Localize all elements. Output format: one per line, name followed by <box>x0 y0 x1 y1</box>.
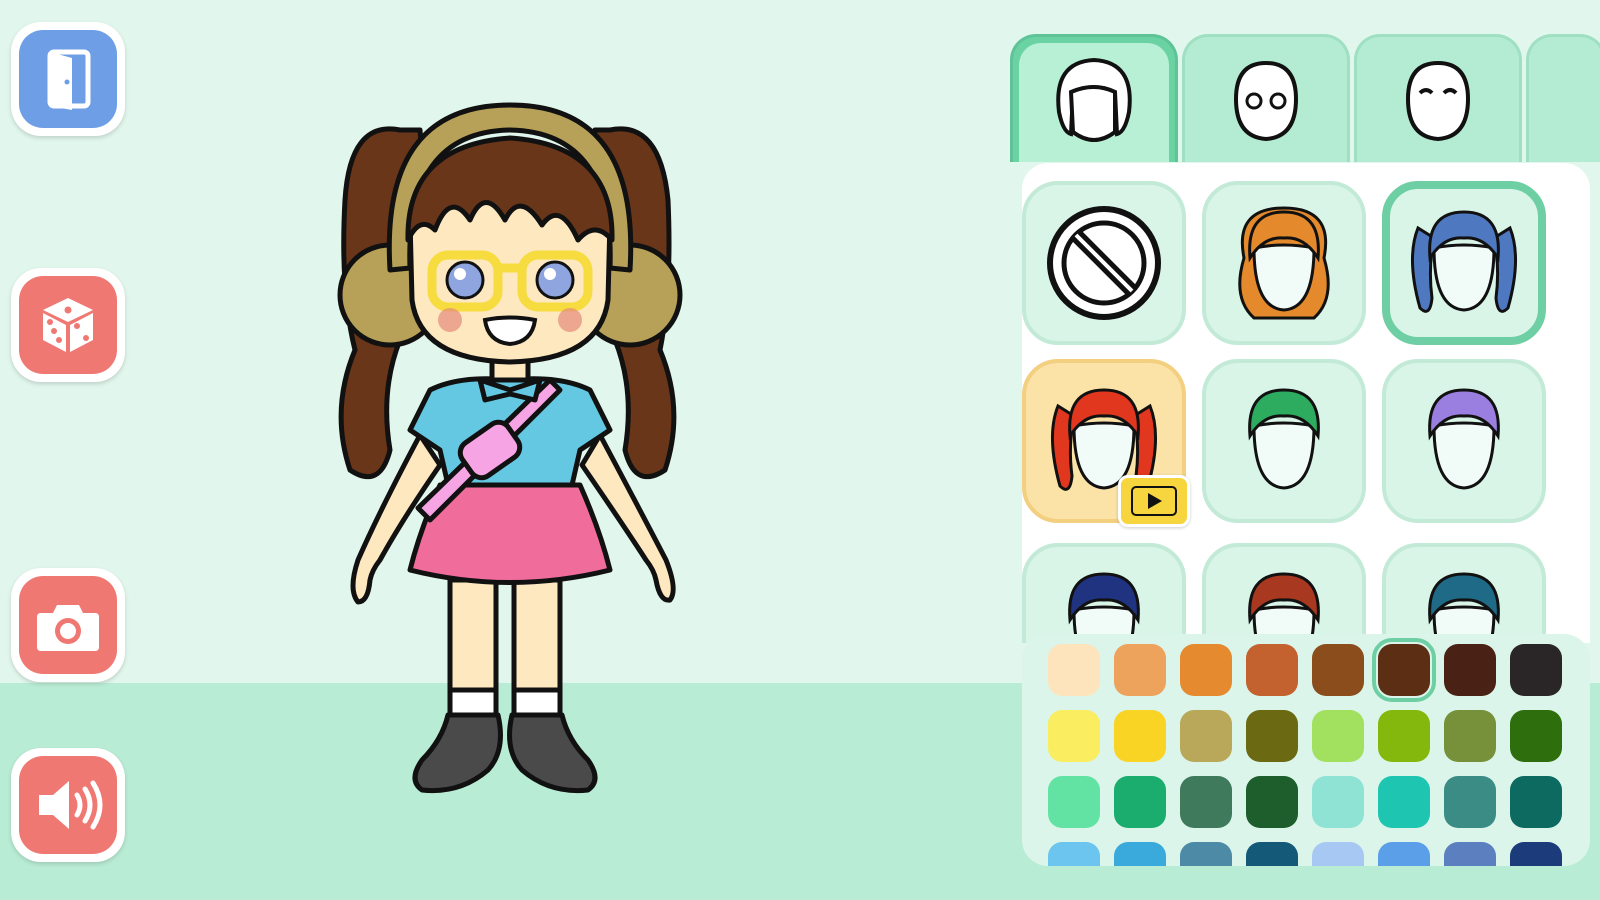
cheek-left <box>438 308 462 332</box>
color-swatch[interactable] <box>1246 776 1298 828</box>
hair-options-grid <box>1022 163 1590 643</box>
color-swatch[interactable] <box>1048 710 1100 762</box>
color-swatch[interactable] <box>1444 776 1496 828</box>
camera-button-face <box>19 576 117 674</box>
tab-eyes[interactable] <box>1182 34 1350 162</box>
color-swatch[interactable] <box>1312 842 1364 866</box>
color-swatch[interactable] <box>1312 776 1364 828</box>
exit-button-face <box>19 30 117 128</box>
hair-option-red-braids[interactable] <box>1022 359 1190 527</box>
color-swatch[interactable] <box>1180 842 1232 866</box>
sound-button-face <box>19 756 117 854</box>
color-swatch[interactable] <box>1372 638 1436 702</box>
color-swatch[interactable] <box>1180 710 1232 762</box>
none-icon <box>1047 206 1161 320</box>
hair-style-icon <box>1428 388 1500 490</box>
hair-option-brown-spiky[interactable] <box>1202 543 1366 643</box>
color-swatch[interactable] <box>1048 644 1100 696</box>
hair-option-navy-curly[interactable] <box>1022 543 1186 643</box>
speaker-icon <box>39 780 103 830</box>
category-tabs <box>1010 34 1600 162</box>
color-swatch[interactable] <box>1246 644 1298 696</box>
hair-option-green-short[interactable] <box>1202 359 1366 523</box>
shoe-left <box>412 712 503 794</box>
color-swatch[interactable] <box>1246 842 1298 866</box>
hair-style-icon <box>1248 388 1320 490</box>
color-swatch[interactable] <box>1378 710 1430 762</box>
color-swatch[interactable] <box>1114 710 1166 762</box>
color-swatch[interactable] <box>1312 710 1364 762</box>
hair-category-icon <box>1056 57 1132 142</box>
color-swatch[interactable] <box>1114 644 1166 696</box>
hair-style-icon <box>1068 572 1140 643</box>
color-swatch[interactable] <box>1510 710 1562 762</box>
color-swatch[interactable] <box>1180 644 1232 696</box>
color-swatch[interactable] <box>1048 776 1100 828</box>
dice-icon <box>43 298 93 352</box>
shoe-right <box>507 712 598 794</box>
color-swatch[interactable] <box>1378 842 1430 866</box>
tab-more[interactable] <box>1526 34 1600 162</box>
camera-icon <box>37 605 99 651</box>
cheek-right <box>558 308 582 332</box>
hair-option-purple-swoop[interactable] <box>1382 359 1546 523</box>
color-swatch[interactable] <box>1246 710 1298 762</box>
eyebrows-category-icon <box>1405 60 1471 141</box>
random-button-face <box>19 276 117 374</box>
exit-button[interactable] <box>11 22 125 136</box>
hair-style-icon <box>1238 206 1330 320</box>
eyes-category-icon <box>1233 60 1299 141</box>
color-swatch[interactable] <box>1048 842 1100 866</box>
color-swatch[interactable] <box>1510 644 1562 696</box>
tab-eyebrows[interactable] <box>1354 34 1522 162</box>
door-exit-icon <box>47 49 91 110</box>
color-swatch[interactable] <box>1444 842 1496 866</box>
hair-option-none[interactable] <box>1022 181 1186 345</box>
hair-style-icon <box>1411 210 1517 313</box>
color-swatch[interactable] <box>1180 776 1232 828</box>
video-ad-unlock-icon[interactable] <box>1118 475 1190 527</box>
sound-button[interactable] <box>11 748 125 862</box>
hair-option-orange-wavy[interactable] <box>1202 181 1366 345</box>
color-swatch[interactable] <box>1510 842 1562 866</box>
color-swatch[interactable] <box>1312 644 1364 696</box>
hair-style-icon <box>1428 572 1500 643</box>
camera-button[interactable] <box>11 568 125 682</box>
color-swatch[interactable] <box>1114 842 1166 866</box>
color-swatch[interactable] <box>1378 776 1430 828</box>
random-button[interactable] <box>11 268 125 382</box>
character-doll[interactable] <box>310 90 710 810</box>
tab-hair[interactable] <box>1010 34 1178 162</box>
hair-style-icon <box>1248 572 1320 643</box>
hair-option-blue-pigtails[interactable] <box>1382 181 1546 345</box>
color-swatch[interactable] <box>1510 776 1562 828</box>
color-swatch[interactable] <box>1444 644 1496 696</box>
game-scene <box>0 0 1600 900</box>
color-palette <box>1022 634 1590 866</box>
color-swatch[interactable] <box>1444 710 1496 762</box>
hair-option-teal-short[interactable] <box>1382 543 1546 643</box>
color-swatch[interactable] <box>1114 776 1166 828</box>
